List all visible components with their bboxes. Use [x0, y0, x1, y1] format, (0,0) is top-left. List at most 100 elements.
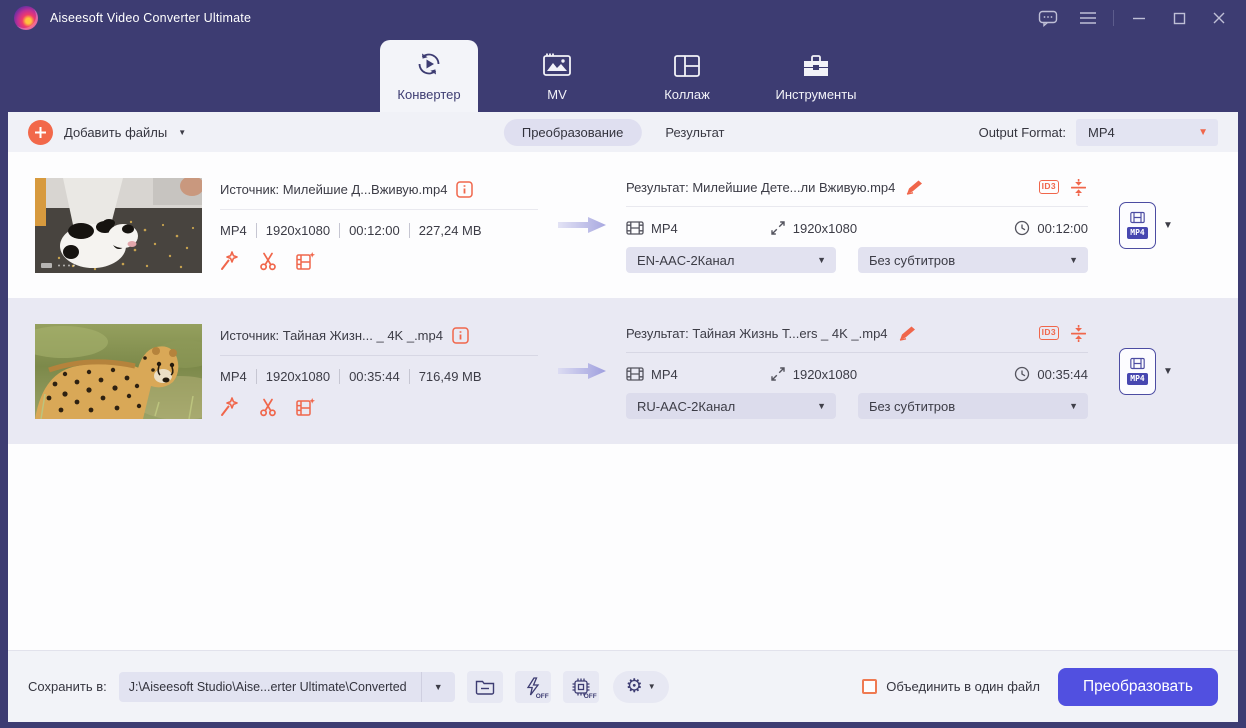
rename-button[interactable]	[898, 325, 916, 341]
enhance-button[interactable]	[295, 251, 316, 271]
feedback-button[interactable]	[1033, 5, 1063, 31]
view-convert-tab[interactable]: Преобразование	[503, 118, 642, 146]
compress-button[interactable]	[1069, 324, 1088, 343]
tab-bar: Конвертер MV Коллаж Инструменты	[0, 36, 1246, 112]
dropdown-arrow-icon: ▼	[647, 682, 656, 691]
add-files-button[interactable]: Добавить файлы ▼	[28, 119, 187, 145]
meta-resolution: 1920x1080	[255, 222, 330, 238]
rename-button[interactable]	[905, 179, 923, 195]
meta-size: 227,24 MB	[408, 222, 482, 238]
film-icon	[1130, 212, 1145, 224]
subtitle-select[interactable]: Без субтитров ▼	[858, 393, 1088, 419]
file-meta: MP4 1920x1080 00:35:44 716,49 MB	[220, 368, 538, 384]
film-icon	[626, 221, 644, 235]
info-button[interactable]	[452, 327, 469, 344]
content-frame: Добавить файлы ▼ Преобразование Результа…	[8, 112, 1238, 722]
format-badge: MP4	[1127, 373, 1148, 385]
empty-list-area	[8, 444, 1238, 650]
expand-icon	[771, 221, 785, 235]
converter-icon	[414, 50, 444, 78]
gpu-accel-button[interactable]: OFF	[562, 670, 599, 703]
merge-label: Объединить в один файл	[886, 679, 1040, 694]
collage-icon	[673, 50, 701, 78]
audio-track-select[interactable]: RU-AAC-2Канал ▼	[626, 393, 836, 419]
dropdown-arrow-icon: ▼	[1069, 401, 1078, 411]
feedback-icon	[1038, 10, 1058, 27]
dropdown-arrow-icon[interactable]: ▼	[1163, 366, 1173, 377]
edit-button[interactable]	[220, 250, 241, 271]
tab-collage[interactable]: Коллаж	[623, 40, 751, 112]
close-button[interactable]	[1204, 5, 1234, 31]
source-block: Источник: Милейшие Д...Вживую.mp4 MP4 19…	[220, 180, 538, 271]
output-format-select[interactable]: MP4 ▼	[1076, 118, 1218, 146]
titlebar: Aiseesoft Video Converter Ultimate	[0, 0, 1246, 36]
app-title: Aiseesoft Video Converter Ultimate	[50, 11, 252, 25]
tab-converter[interactable]: Конвертер	[380, 40, 478, 112]
compress-icon	[1071, 324, 1086, 342]
info-button[interactable]	[456, 181, 474, 198]
close-icon	[1213, 12, 1225, 24]
out-duration: 00:12:00	[1037, 220, 1088, 236]
convert-button[interactable]: Преобразовать	[1058, 667, 1218, 706]
cut-button[interactable]	[258, 397, 278, 417]
merge-checkbox[interactable]	[862, 679, 878, 694]
cut-button[interactable]	[258, 251, 278, 271]
edit-button[interactable]	[220, 396, 241, 417]
convert-arrow-icon	[558, 217, 606, 233]
out-format: MP4	[651, 220, 678, 236]
gpu-off-label: OFF	[583, 692, 597, 700]
minimize-icon	[1133, 17, 1145, 20]
file-meta: MP4 1920x1080 00:12:00 227,24 MB	[220, 222, 538, 238]
compress-button[interactable]	[1069, 178, 1088, 197]
bottombar: Сохранить в: J:\Aiseesoft Studio\Aise...…	[8, 650, 1238, 722]
app-logo-icon	[14, 6, 38, 30]
dropdown-arrow-icon[interactable]: ▼	[1163, 220, 1173, 231]
view-result-tab[interactable]: Результат	[665, 125, 724, 140]
plus-icon	[28, 119, 53, 145]
maximize-icon	[1173, 12, 1185, 24]
file-row[interactable]: Источник: Милейшие Д...Вживую.mp4 MP4 19…	[8, 152, 1238, 298]
gear-icon: ⚙	[625, 676, 643, 697]
wand-icon	[221, 250, 238, 270]
titlebar-separator	[1113, 10, 1114, 26]
hardware-accel-button[interactable]: OFF	[514, 670, 551, 703]
enhance-button[interactable]	[295, 397, 316, 417]
meta-size: 716,49 MB	[408, 368, 482, 384]
tab-mv[interactable]: MV	[493, 40, 621, 112]
divider	[626, 352, 1088, 353]
id3-button[interactable]: ID3	[1038, 326, 1059, 340]
dropdown-arrow-icon: ▼	[178, 127, 187, 137]
meta-format: MP4	[220, 222, 247, 238]
output-format-value: MP4	[1088, 124, 1115, 140]
view-toggle: Преобразование Результат	[503, 118, 724, 146]
video-thumbnail	[35, 323, 202, 419]
cut-icon	[260, 398, 276, 416]
open-folder-button[interactable]	[466, 670, 503, 703]
format-button[interactable]: MP4	[1119, 201, 1156, 249]
out-duration: 00:35:44	[1037, 366, 1088, 382]
tab-label: Инструменты	[775, 87, 857, 102]
maximize-button[interactable]	[1164, 5, 1194, 31]
audio-track-select[interactable]: EN-AAC-2Канал ▼	[626, 247, 836, 273]
settings-button[interactable]: ⚙ ▼	[612, 670, 669, 703]
menu-button[interactable]	[1073, 5, 1103, 31]
divider	[220, 208, 538, 210]
result-filename: Результат: Тайная Жизнь Т...ers _ 4K _.m…	[626, 325, 888, 341]
divider	[626, 206, 1088, 207]
compress-icon	[1071, 178, 1086, 196]
dropdown-arrow-icon[interactable]: ▼	[420, 671, 455, 702]
file-row[interactable]: Источник: Тайная Жизн... _ 4K _.mp4 MP4 …	[8, 298, 1238, 444]
dropdown-arrow-icon: ▼	[817, 255, 826, 265]
result-block: Результат: Милейшие Дете...ли Вживую.mp4…	[626, 177, 1088, 273]
clock-icon	[1015, 220, 1030, 236]
minimize-button[interactable]	[1124, 5, 1154, 31]
meta-format: MP4	[220, 368, 247, 384]
cut-icon	[260, 252, 276, 270]
save-path-select[interactable]: J:\Aiseesoft Studio\Aise...erter Ultimat…	[118, 671, 455, 702]
out-resolution: 1920x1080	[792, 220, 858, 236]
subtitle-select[interactable]: Без субтитров ▼	[858, 247, 1088, 273]
tab-tools[interactable]: Инструменты	[752, 40, 880, 112]
format-button[interactable]: MP4	[1119, 347, 1156, 395]
id3-button[interactable]: ID3	[1038, 180, 1059, 194]
video-thumbnail	[35, 177, 202, 273]
